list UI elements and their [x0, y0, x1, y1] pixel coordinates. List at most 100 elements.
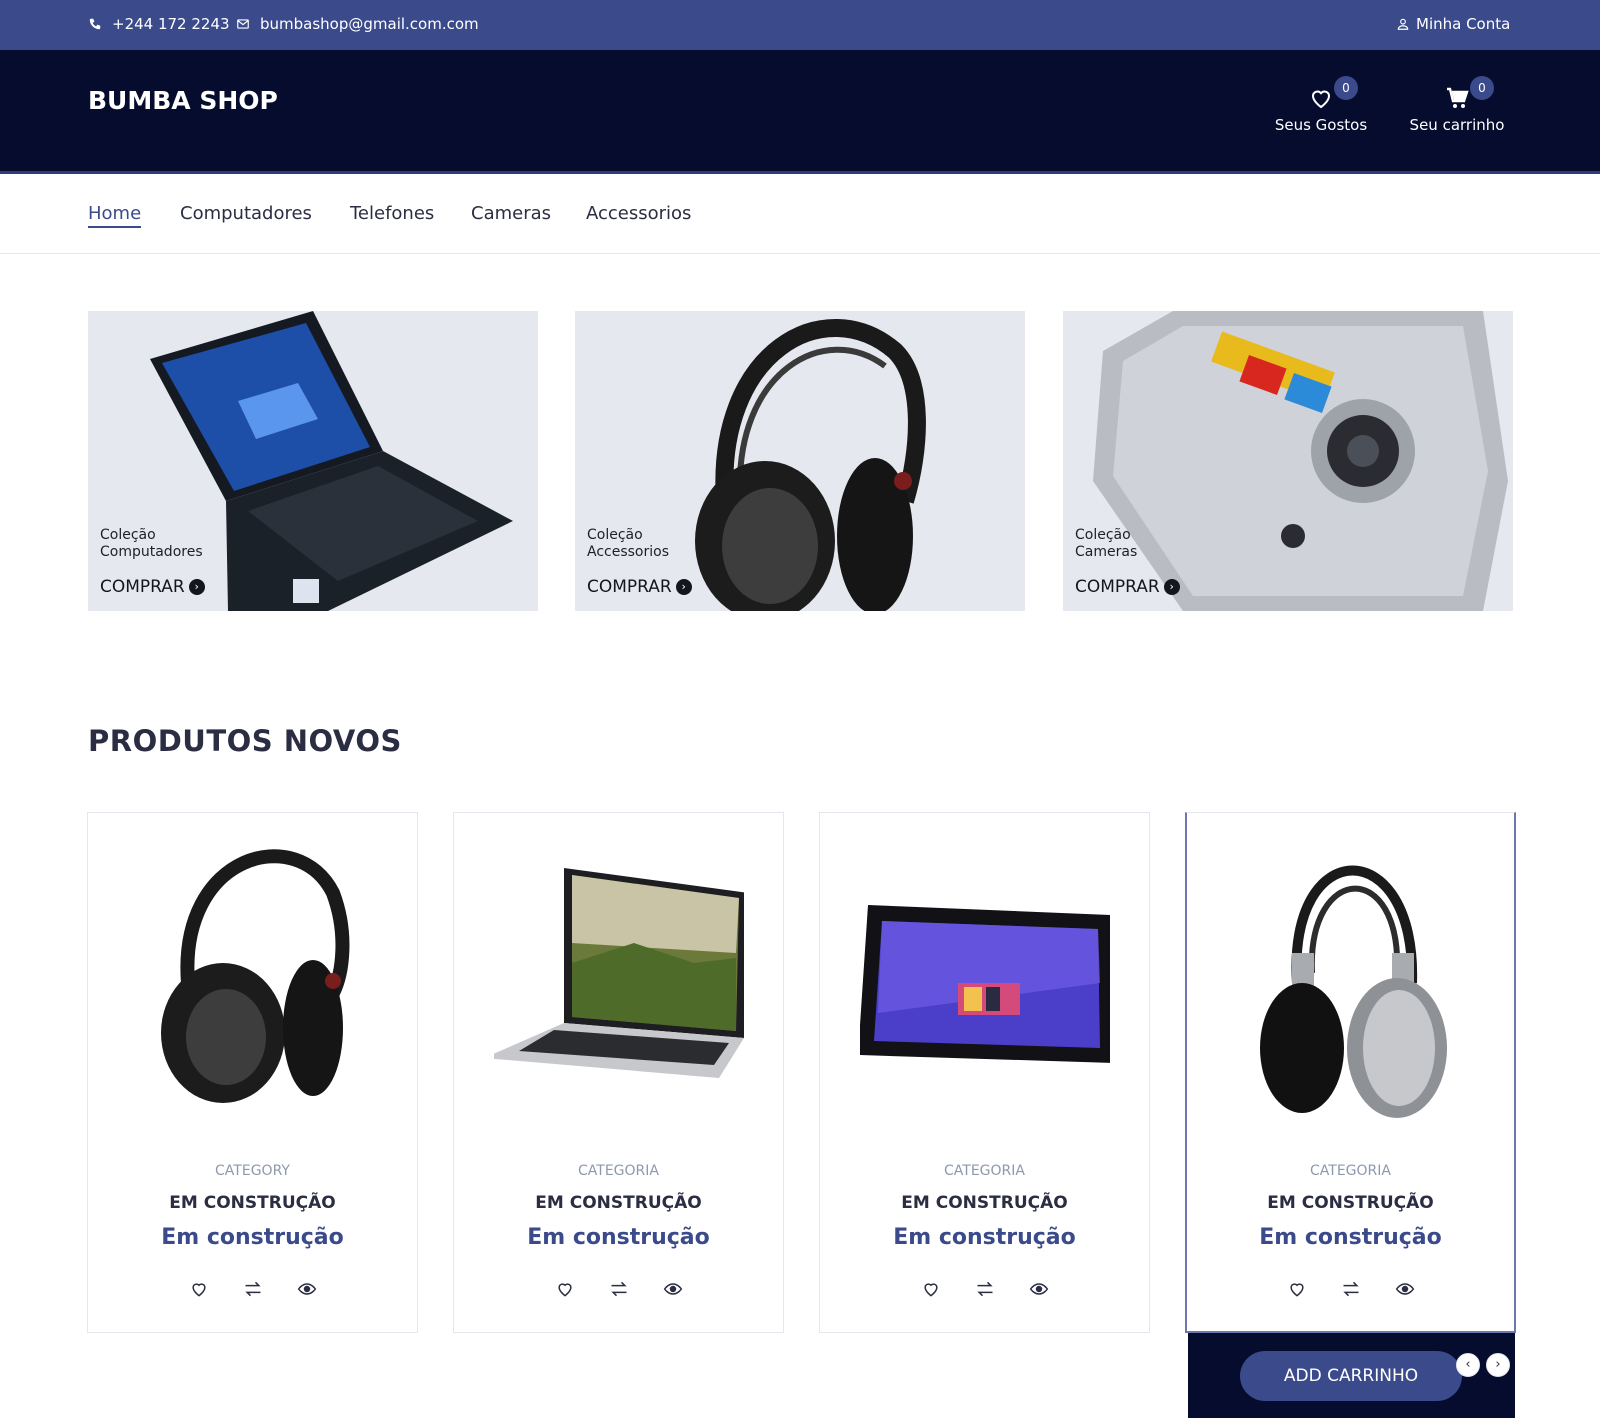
- compare-button[interactable]: [1341, 1279, 1361, 1299]
- quick-view-button[interactable]: [663, 1279, 683, 1299]
- heart-icon: [1311, 90, 1331, 109]
- cart-icon: [1447, 87, 1469, 108]
- add-to-wishlist-button[interactable]: [1287, 1279, 1307, 1299]
- compare-button[interactable]: [609, 1279, 629, 1299]
- eye-icon: [1395, 1283, 1414, 1295]
- heart-icon: [923, 1283, 938, 1297]
- quick-view-button[interactable]: [1029, 1279, 1049, 1299]
- section-title: PRODUTOS NOVOS: [88, 724, 402, 758]
- slider-prev-button[interactable]: ‹: [1456, 1353, 1480, 1377]
- product-image-headphones-silver: [1260, 865, 1447, 1118]
- collection-caption: Coleção Cameras: [1075, 527, 1137, 561]
- phone-number: +244 172 2243: [112, 15, 230, 33]
- product-category: CATEGORIA: [578, 1163, 659, 1179]
- eye-icon: [663, 1283, 682, 1295]
- exchange-icon: [244, 1281, 261, 1297]
- phone-contact[interactable]: +244 172 2243: [88, 15, 230, 33]
- chevron-left-icon: ‹: [1465, 1357, 1471, 1372]
- nav-item-cameras[interactable]: Cameras: [471, 203, 551, 224]
- product-image-laptop: [494, 868, 744, 1078]
- chevron-right-icon: ›: [1495, 1357, 1501, 1372]
- product-card[interactable]: CATEGORIA EM CONSTRUÇÃO Em construção: [1185, 812, 1516, 1333]
- nav-item-home[interactable]: Home: [88, 203, 142, 228]
- account-label: Minha Conta: [1416, 15, 1511, 33]
- collection-banner-cameras[interactable]: Coleção Cameras COMPRAR ›: [1063, 311, 1513, 611]
- quick-view-button[interactable]: [1395, 1279, 1415, 1299]
- collection-caption-line1: Coleção: [100, 527, 156, 543]
- compare-button[interactable]: [975, 1279, 995, 1299]
- product-category: CATEGORIA: [944, 1163, 1025, 1179]
- cart-count-badge: 0: [1470, 76, 1494, 100]
- product-actions: [88, 1279, 417, 1299]
- product-price: Em construção: [161, 1225, 344, 1250]
- product-name[interactable]: EM CONSTRUÇÃO: [454, 1193, 783, 1213]
- arrow-circle-right-icon: ›: [1163, 579, 1180, 595]
- email-address: bumbashop@gmail.com.com: [260, 15, 479, 33]
- envelope-icon: [237, 19, 249, 29]
- product-actions: [820, 1279, 1149, 1299]
- product-name[interactable]: EM CONSTRUÇÃO: [820, 1193, 1149, 1213]
- top-bar: +244 172 2243 bumbashop@gmail.com.com Mi…: [0, 0, 1600, 50]
- collection-caption-line2: Accessorios: [587, 544, 669, 560]
- cart-label: Seu carrinho: [1409, 116, 1505, 134]
- heart-icon: [557, 1283, 572, 1297]
- nav-item-telefones[interactable]: Telefones: [350, 203, 434, 224]
- nav-item-accessorios[interactable]: Accessorios: [586, 203, 691, 224]
- exchange-icon: [610, 1281, 627, 1297]
- shop-now-label: COMPRAR: [100, 577, 185, 597]
- collection-caption-line2: Computadores: [100, 544, 203, 560]
- product-actions: [1187, 1279, 1514, 1299]
- camera-image: [1093, 311, 1508, 611]
- nav-item-computadores[interactable]: Computadores: [180, 203, 312, 224]
- add-to-cart-button[interactable]: ADD CARRINHO: [1240, 1351, 1462, 1401]
- quick-view-button[interactable]: [297, 1279, 317, 1299]
- wishlist-count-badge: 0: [1334, 76, 1358, 100]
- laptop-image: [150, 311, 513, 611]
- add-to-wishlist-button[interactable]: [189, 1279, 209, 1299]
- product-name[interactable]: EM CONSTRUÇÃO: [1187, 1193, 1514, 1213]
- main-nav: Home Computadores Telefones Cameras Acce…: [0, 174, 1600, 254]
- shop-now-label: COMPRAR: [1075, 577, 1160, 597]
- arrow-circle-right-icon: ›: [188, 579, 205, 595]
- phone-icon: [89, 18, 101, 30]
- wishlist-label: Seus Gostos: [1274, 116, 1368, 134]
- account-link[interactable]: Minha Conta: [1396, 15, 1510, 33]
- add-to-wishlist-button[interactable]: [555, 1279, 575, 1299]
- eye-icon: [1029, 1283, 1048, 1295]
- product-price: Em construção: [893, 1225, 1076, 1250]
- eye-icon: [297, 1283, 316, 1295]
- collection-banner-accessorios[interactable]: Coleção Accessorios COMPRAR ›: [575, 311, 1025, 611]
- product-card[interactable]: CATEGORY EM CONSTRUÇÃO Em construção: [87, 812, 418, 1333]
- add-to-wishlist-button[interactable]: [921, 1279, 941, 1299]
- product-price: Em construção: [527, 1225, 710, 1250]
- product-card[interactable]: CATEGORIA EM CONSTRUÇÃO Em construção: [453, 812, 784, 1333]
- headphones-image: [695, 319, 926, 611]
- collection-caption-line2: Cameras: [1075, 544, 1138, 560]
- shop-now-link[interactable]: COMPRAR ›: [1075, 577, 1180, 597]
- arrow-circle-right-icon: ›: [675, 579, 692, 595]
- product-category: CATEGORIA: [1310, 1163, 1391, 1179]
- heart-icon: [191, 1283, 206, 1297]
- product-card[interactable]: CATEGORIA EM CONSTRUÇÃO Em construção: [819, 812, 1150, 1333]
- slider-next-button[interactable]: ›: [1486, 1353, 1510, 1377]
- compare-button[interactable]: [243, 1279, 263, 1299]
- collection-caption: Coleção Computadores: [100, 527, 203, 561]
- shop-now-link[interactable]: COMPRAR ›: [587, 577, 692, 597]
- collection-banner-computadores[interactable]: Coleção Computadores COMPRAR ›: [88, 311, 538, 611]
- shop-now-label: COMPRAR: [587, 577, 672, 597]
- product-price: Em construção: [1259, 1225, 1442, 1250]
- collection-caption: Coleção Accessorios: [587, 527, 669, 561]
- exchange-icon: [976, 1281, 993, 1297]
- product-category: CATEGORY: [215, 1163, 290, 1179]
- cart-button[interactable]: Seu carrinho 0: [1402, 76, 1512, 134]
- collection-caption-line1: Coleção: [587, 527, 643, 543]
- site-logo[interactable]: BUMBA SHOP: [88, 86, 278, 115]
- heart-icon: [1289, 1283, 1304, 1297]
- wishlist-button[interactable]: Seus Gostos 0: [1266, 76, 1376, 134]
- product-name[interactable]: EM CONSTRUÇÃO: [88, 1193, 417, 1213]
- product-actions: [454, 1279, 783, 1299]
- shop-now-link[interactable]: COMPRAR ›: [100, 577, 205, 597]
- email-contact[interactable]: bumbashop@gmail.com.com: [236, 15, 479, 33]
- collection-caption-line1: Coleção: [1075, 527, 1131, 543]
- main-header: BUMBA SHOP Seus Gostos 0 Seu carrinho 0: [0, 50, 1600, 174]
